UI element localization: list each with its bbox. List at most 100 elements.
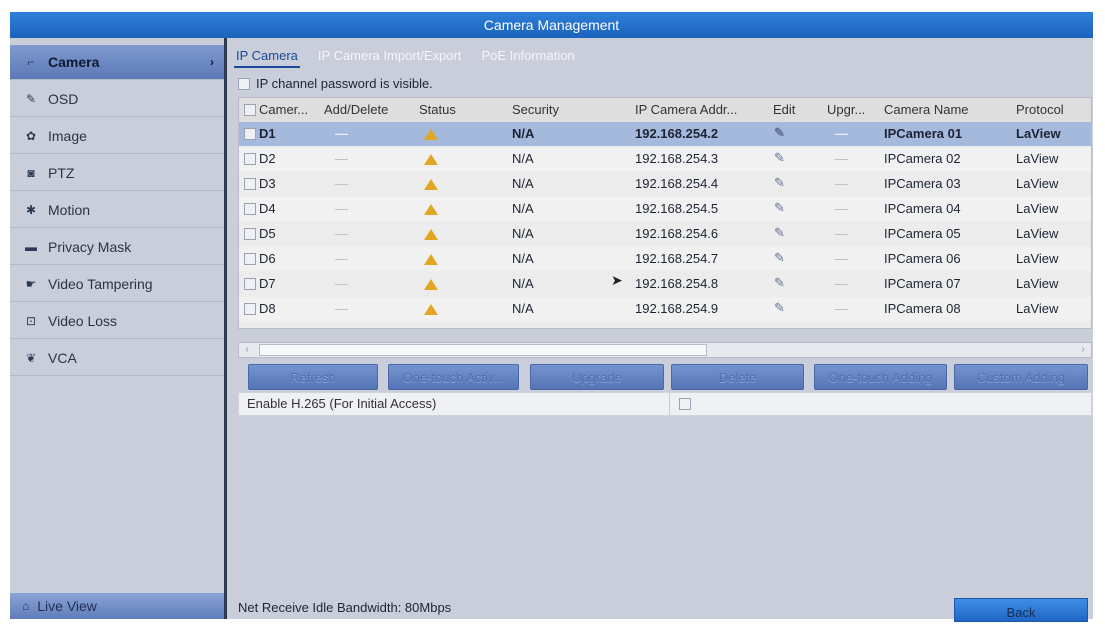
sidebar-item-osd[interactable]: ✎ OSD (10, 82, 224, 117)
camera-name: IPCamera 05 (884, 226, 961, 241)
column-header-edit[interactable]: Edit (773, 98, 823, 122)
add-delete-icon[interactable]: — (335, 147, 365, 171)
ip-address: 192.168.254.3 (635, 151, 719, 166)
password-visible-option: IP channel password is visible. (238, 76, 433, 91)
add-delete-icon[interactable]: — (335, 122, 365, 146)
upgrade-button[interactable]: Upgrade (530, 364, 664, 390)
window-title: Camera Management (10, 12, 1093, 38)
warning-icon (424, 129, 438, 140)
sidebar-item-image[interactable]: ✿ Image (10, 119, 224, 154)
delete-button[interactable]: Delete (671, 364, 804, 390)
scrollbar-thumb[interactable] (259, 344, 707, 356)
add-delete-icon[interactable]: — (335, 297, 365, 321)
row-checkbox[interactable] (244, 278, 256, 290)
sidebar-item-video-loss[interactable]: ⊡ Video Loss (10, 304, 224, 339)
h265-checkbox[interactable] (679, 398, 691, 410)
protocol: LaView (1016, 201, 1059, 216)
camera-name: IPCamera 04 (884, 201, 961, 216)
row-checkbox[interactable] (244, 178, 256, 190)
table-row[interactable]: D6 — N/A 192.168.254.7 ✎ — IPCamera 06 LaView (239, 247, 1091, 271)
edit-icon[interactable]: ✎ (774, 300, 785, 316)
warning-icon (424, 279, 438, 290)
sidebar-item-label: Privacy Mask (48, 239, 132, 255)
table-row[interactable]: D5 — N/A 192.168.254.6 ✎ — IPCamera 05 LaView (239, 222, 1091, 246)
upgrade-icon[interactable]: — (835, 172, 865, 196)
select-all-checkbox[interactable] (244, 104, 256, 116)
column-header-camera[interactable]: Camer... (259, 98, 319, 122)
row-checkbox[interactable] (244, 153, 256, 165)
security-value: N/A (512, 151, 534, 166)
row-checkbox[interactable] (244, 253, 256, 265)
add-delete-icon[interactable]: — (335, 222, 365, 246)
sidebar-item-camera[interactable]: ⌐ Camera › (10, 45, 224, 80)
column-header-upgrade[interactable]: Upgr... (827, 98, 883, 122)
column-header-protocol[interactable]: Protocol (1016, 98, 1088, 122)
ip-address: 192.168.254.8 (635, 276, 719, 291)
sidebar-item-motion[interactable]: ✱ Motion (10, 193, 224, 228)
add-delete-icon[interactable]: — (335, 197, 365, 221)
live-view-label: Live View (37, 598, 97, 614)
warning-icon (424, 254, 438, 265)
sidebar-item-privacy-mask[interactable]: ▬ Privacy Mask (10, 230, 224, 265)
upgrade-icon[interactable]: — (835, 272, 865, 296)
sidebar-item-ptz[interactable]: ◙ PTZ (10, 156, 224, 191)
video-tampering-icon: ☛ (25, 277, 37, 291)
edit-icon[interactable]: ✎ (774, 125, 785, 141)
tab-poe-information[interactable]: PoE Information (479, 48, 576, 68)
table-row[interactable]: D4 — N/A 192.168.254.5 ✎ — IPCamera 04 LaView (239, 197, 1091, 221)
edit-icon[interactable]: ✎ (774, 225, 785, 241)
sidebar-item-vca[interactable]: ❦ VCA (10, 341, 224, 376)
h265-setting-row: Enable H.265 (For Initial Access) (238, 392, 1092, 416)
row-checkbox[interactable] (244, 128, 256, 140)
scroll-left-icon[interactable]: ‹ (239, 343, 255, 357)
add-delete-icon[interactable]: — (335, 272, 365, 296)
column-header-security[interactable]: Security (512, 98, 632, 122)
tab-ip-camera[interactable]: IP Camera (234, 48, 300, 68)
upgrade-icon[interactable]: — (835, 222, 865, 246)
sidebar-item-video-tampering[interactable]: ☛ Video Tampering (10, 267, 224, 302)
edit-icon[interactable]: ✎ (774, 200, 785, 216)
column-header-status[interactable]: Status (419, 98, 509, 122)
add-delete-icon[interactable]: — (335, 247, 365, 271)
upgrade-icon[interactable]: — (835, 197, 865, 221)
scroll-right-icon[interactable]: › (1075, 343, 1091, 357)
camera-icon: ⌐ (27, 55, 35, 69)
add-delete-icon[interactable]: — (335, 172, 365, 196)
refresh-button[interactable]: Refresh (248, 364, 378, 390)
row-checkbox[interactable] (244, 203, 256, 215)
column-header-ip-address[interactable]: IP Camera Addr... (635, 98, 770, 122)
one-touch-adding-button[interactable]: One-touch Adding (814, 364, 947, 390)
table-row[interactable]: D7— N/A 192.168.254.8 ✎ — IPCamera 07 LaView (239, 272, 1091, 296)
upgrade-icon[interactable]: — (835, 297, 865, 321)
one-touch-activate-button[interactable]: One-touch Activ... (388, 364, 519, 390)
edit-icon[interactable]: ✎ (774, 150, 785, 166)
table-row[interactable]: D2 — N/A 192.168.254.3 ✎ — IPCamera 02 LaView (239, 147, 1091, 171)
privacy-mask-icon: ▬ (25, 240, 37, 254)
sidebar-item-label: Motion (48, 202, 91, 218)
edit-icon[interactable]: ✎ (774, 250, 785, 266)
camera-name: IPCamera 08 (884, 301, 961, 316)
edit-icon[interactable]: ✎ (774, 275, 785, 291)
custom-adding-button[interactable]: Custom Adding (954, 364, 1088, 390)
security-value: N/A (512, 226, 534, 241)
tab-ip-camera-import-export[interactable]: IP Camera Import/Export (316, 48, 464, 68)
upgrade-icon[interactable]: — (835, 247, 865, 271)
camera-channel: D3 (259, 176, 276, 191)
ip-address: 192.168.254.2 (635, 126, 719, 141)
column-header-camera-name[interactable]: Camera Name (884, 98, 1012, 122)
table-row[interactable]: D3 — N/A 192.168.254.4 ✎ — IPCamera 03 LaView (239, 172, 1091, 196)
back-button[interactable]: Back (954, 598, 1088, 622)
edit-icon[interactable]: ✎ (774, 175, 785, 191)
row-checkbox[interactable] (244, 228, 256, 240)
sidebar-item-label: Camera (48, 54, 100, 70)
row-checkbox[interactable] (244, 303, 256, 315)
password-visible-checkbox[interactable] (238, 77, 250, 90)
camera-table: Camer... Add/Delete Status Security IP C… (238, 97, 1092, 329)
live-view-button[interactable]: ⌂ Live View (10, 593, 224, 619)
upgrade-icon[interactable]: — (835, 122, 865, 146)
table-row[interactable]: D8 — N/A 192.168.254.9 ✎ — IPCamera 08 LaView (239, 297, 1091, 321)
table-row[interactable]: D1 — N/A 192.168.254.2 ✎ — IPCamera 01 LaView (239, 122, 1091, 146)
upgrade-icon[interactable]: — (835, 147, 865, 171)
column-header-add-delete[interactable]: Add/Delete (324, 98, 419, 122)
horizontal-scrollbar[interactable]: ‹ › (238, 342, 1092, 358)
